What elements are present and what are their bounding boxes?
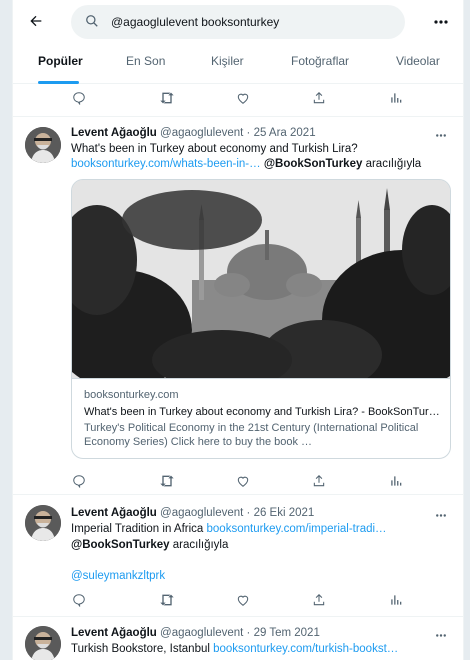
tweet-header: Levent Ağaoğlu @agaoglulevent · 25 Ara 2… bbox=[71, 127, 316, 139]
search-icon bbox=[85, 14, 99, 31]
card-image bbox=[72, 180, 450, 390]
retweet-icon[interactable] bbox=[159, 90, 175, 106]
mention[interactable]: @BookSonTurkey bbox=[264, 158, 363, 170]
tweet-actions bbox=[71, 592, 431, 612]
link-card[interactable]: booksonturkey.com What's been in Turkey … bbox=[71, 179, 451, 459]
tab-popular[interactable]: Popüler bbox=[38, 54, 83, 68]
search-tabs: Popüler En Son Kişiler Fotoğraflar Video… bbox=[13, 44, 463, 84]
tweet[interactable]: Levent Ağaoğlu @agaoglulevent · 25 Ara 2… bbox=[13, 116, 463, 494]
like-icon[interactable] bbox=[235, 592, 251, 608]
tweet-text-title: Turkish Bookstore, Istanbul bbox=[71, 643, 210, 655]
reply-icon[interactable] bbox=[71, 592, 87, 608]
author-handle[interactable]: @agaoglulevent bbox=[160, 627, 243, 639]
tab-latest[interactable]: En Son bbox=[126, 54, 165, 68]
more-icon[interactable] bbox=[431, 12, 451, 32]
tweet-text: What's been in Turkey about economy and … bbox=[71, 143, 358, 155]
tweet-actions bbox=[71, 90, 431, 110]
more-icon[interactable] bbox=[433, 507, 449, 523]
search-query[interactable]: @agaoglulevent booksonturkey bbox=[111, 15, 279, 29]
tweet-link[interactable]: booksonturkey.com/turkish-bookst… bbox=[213, 643, 398, 655]
retweet-icon[interactable] bbox=[159, 473, 175, 489]
tweet-date[interactable]: · 26 Eki 2021 bbox=[247, 507, 315, 519]
search-timeline: @agaoglulevent booksonturkey Popüler En … bbox=[12, 0, 464, 660]
author-handle[interactable]: @agaoglulevent bbox=[160, 507, 243, 519]
author-name[interactable]: Levent Ağaoğlu bbox=[71, 627, 157, 639]
tweet-text-line2: @BookSonTurkey aracılığıyla bbox=[71, 539, 228, 551]
search-input[interactable]: @agaoglulevent booksonturkey bbox=[71, 5, 405, 39]
tweet-header: Levent Ağaoğlu @agaoglulevent · 29 Tem 2… bbox=[71, 627, 320, 639]
card-description: Turkey's Political Economy in the 21st C… bbox=[84, 421, 442, 449]
avatar[interactable] bbox=[25, 626, 61, 660]
via-text: aracılığıyla bbox=[365, 158, 422, 170]
like-icon[interactable] bbox=[235, 90, 251, 106]
avatar[interactable] bbox=[25, 505, 61, 541]
tweet-link[interactable]: booksonturkey.com/whats-been-in-… bbox=[71, 158, 261, 170]
more-icon[interactable] bbox=[433, 127, 449, 143]
reply-icon[interactable] bbox=[71, 90, 87, 106]
tweet-date[interactable]: · 25 Ara 2021 bbox=[247, 127, 316, 139]
share-icon[interactable] bbox=[311, 592, 327, 608]
tweet-header: Levent Ağaoğlu @agaoglulevent · 26 Eki 2… bbox=[71, 507, 314, 519]
analytics-icon[interactable] bbox=[388, 90, 404, 106]
tweet-text: Turkish Bookstore, Istanbul booksonturke… bbox=[71, 643, 398, 655]
card-domain: booksonturkey.com bbox=[84, 389, 179, 401]
tweet-link[interactable]: booksonturkey.com/imperial-tradi… bbox=[207, 523, 387, 535]
share-icon[interactable] bbox=[311, 473, 327, 489]
more-icon[interactable] bbox=[433, 627, 449, 643]
card-description-line1: Turkey's Political Economy in the 21st C… bbox=[84, 422, 419, 434]
card-description-line2: Economy Series) Click here to buy the bo… bbox=[84, 436, 313, 448]
author-handle[interactable]: @agaoglulevent bbox=[160, 127, 243, 139]
tweet-text-title: Imperial Tradition in Africa bbox=[71, 523, 204, 535]
retweet-icon[interactable] bbox=[159, 592, 175, 608]
card-body: booksonturkey.com What's been in Turkey … bbox=[72, 378, 450, 458]
mention[interactable]: @BookSonTurkey bbox=[71, 539, 170, 551]
analytics-icon[interactable] bbox=[388, 473, 404, 489]
header: @agaoglulevent booksonturkey bbox=[13, 0, 463, 44]
active-tab-indicator bbox=[38, 81, 79, 84]
tab-people[interactable]: Kişiler bbox=[211, 54, 244, 68]
tab-photos[interactable]: Fotoğraflar bbox=[291, 54, 349, 68]
tweet[interactable]: Levent Ağaoğlu @agaoglulevent · 29 Tem 2… bbox=[13, 616, 463, 660]
tweet-text: Imperial Tradition in Africa booksonturk… bbox=[71, 523, 387, 535]
author-name[interactable]: Levent Ağaoğlu bbox=[71, 507, 157, 519]
via-text: aracılığıyla bbox=[172, 539, 229, 551]
author-name[interactable]: Levent Ağaoğlu bbox=[71, 127, 157, 139]
tab-videos[interactable]: Videolar bbox=[396, 54, 440, 68]
tweet-text-line2: booksonturkey.com/whats-been-in-… @BookS… bbox=[71, 158, 421, 170]
reply-icon[interactable] bbox=[71, 473, 87, 489]
share-icon[interactable] bbox=[311, 90, 327, 106]
back-arrow-icon[interactable] bbox=[25, 10, 47, 32]
like-icon[interactable] bbox=[235, 473, 251, 489]
analytics-icon[interactable] bbox=[388, 592, 404, 608]
tweet[interactable]: Levent Ağaoğlu @agaoglulevent · 26 Eki 2… bbox=[13, 494, 463, 616]
tweet-date[interactable]: · 29 Tem 2021 bbox=[247, 627, 320, 639]
avatar[interactable] bbox=[25, 127, 61, 163]
tweet-actions bbox=[71, 473, 431, 493]
card-title: What's been in Turkey about economy and … bbox=[84, 406, 440, 418]
mention-link[interactable]: @suleymankzltprk bbox=[71, 570, 165, 582]
